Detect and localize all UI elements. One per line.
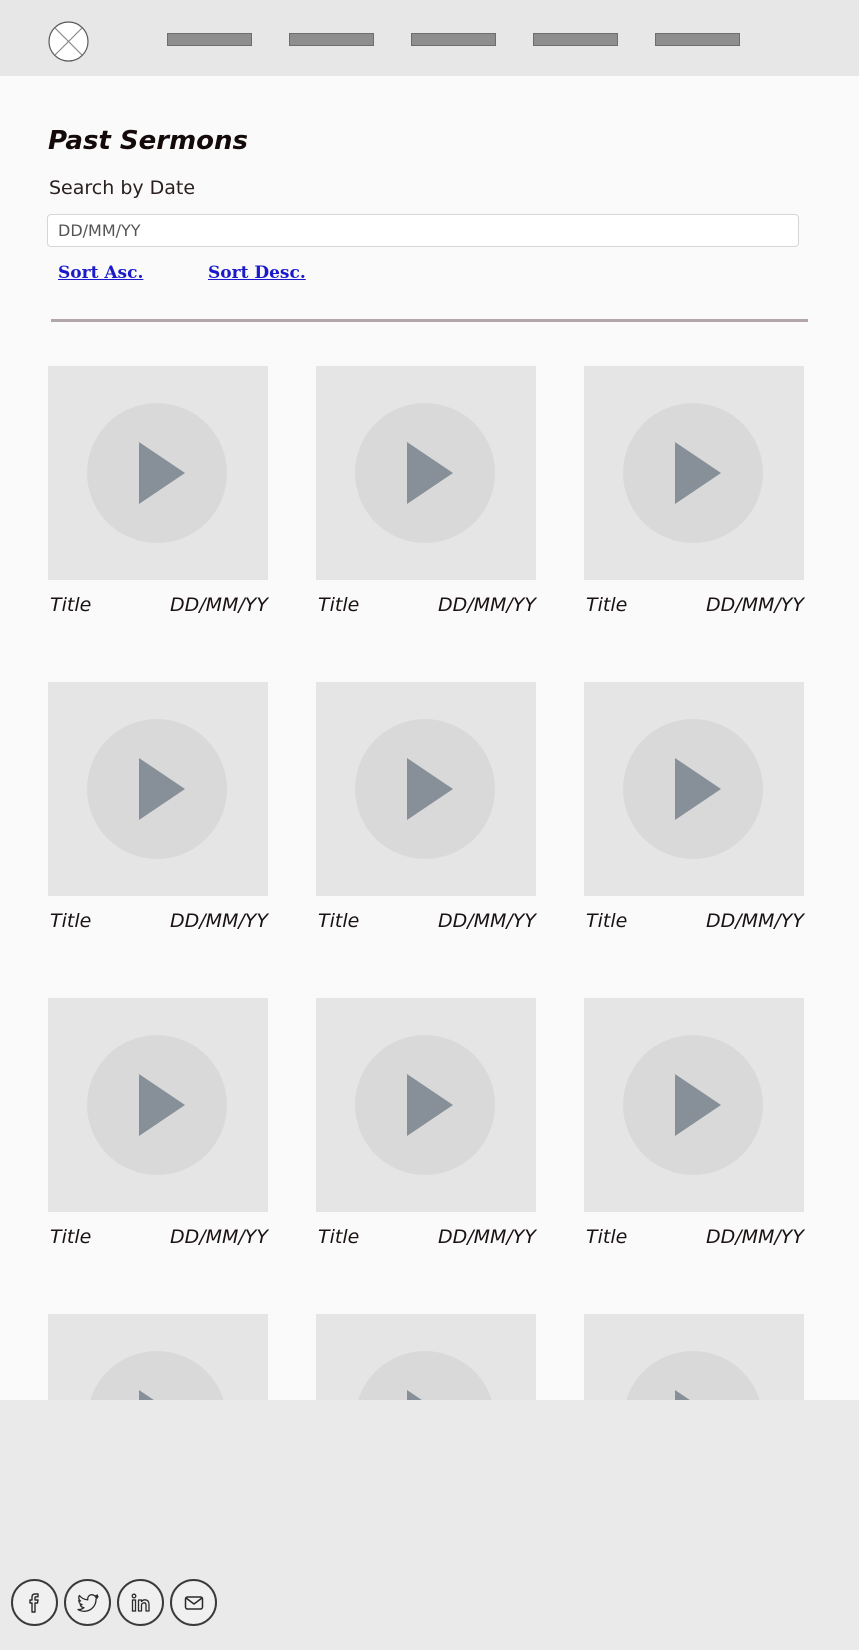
header bbox=[0, 0, 859, 76]
sermon-date: DD/MM/YY bbox=[705, 1226, 804, 1248]
date-search-input[interactable] bbox=[47, 214, 799, 247]
play-icon bbox=[355, 1035, 495, 1175]
video-thumbnail[interactable] bbox=[316, 682, 536, 896]
sermon-date: DD/MM/YY bbox=[169, 594, 268, 616]
sermon-card bbox=[48, 1314, 268, 1400]
search-label: Search by Date bbox=[49, 177, 196, 199]
video-thumbnail[interactable] bbox=[584, 998, 804, 1212]
linkedin-icon[interactable] bbox=[117, 1579, 164, 1626]
play-icon bbox=[623, 403, 763, 543]
sermon-title: Title bbox=[50, 910, 92, 932]
video-thumbnail[interactable] bbox=[48, 366, 268, 580]
sermon-date: DD/MM/YY bbox=[437, 594, 536, 616]
sermon-card: Title DD/MM/YY bbox=[584, 998, 804, 1258]
sermon-card: Title DD/MM/YY bbox=[316, 998, 536, 1258]
sermon-card: Title DD/MM/YY bbox=[316, 366, 536, 626]
sermon-date: DD/MM/YY bbox=[437, 1226, 536, 1248]
play-icon bbox=[355, 719, 495, 859]
email-icon[interactable] bbox=[170, 1579, 217, 1626]
sermon-date: DD/MM/YY bbox=[169, 1226, 268, 1248]
video-thumbnail[interactable] bbox=[584, 1314, 804, 1400]
video-thumbnail[interactable] bbox=[48, 1314, 268, 1400]
sermon-title: Title bbox=[318, 594, 360, 616]
sermon-card bbox=[584, 1314, 804, 1400]
play-icon bbox=[355, 1351, 495, 1400]
sort-desc-link[interactable]: Sort Desc. bbox=[208, 263, 306, 283]
sermon-date: DD/MM/YY bbox=[705, 594, 804, 616]
nav-item-4[interactable] bbox=[533, 33, 618, 46]
video-thumbnail[interactable] bbox=[48, 682, 268, 896]
sermon-title: Title bbox=[318, 910, 360, 932]
sermon-card: Title DD/MM/YY bbox=[48, 366, 268, 626]
video-thumbnail[interactable] bbox=[584, 366, 804, 580]
twitter-icon[interactable] bbox=[64, 1579, 111, 1626]
video-thumbnail[interactable] bbox=[316, 366, 536, 580]
sermon-title: Title bbox=[318, 1226, 360, 1248]
sermon-title: Title bbox=[586, 594, 628, 616]
page: Past Sermons Search by Date Sort Asc. So… bbox=[0, 0, 859, 1650]
play-icon bbox=[87, 1351, 227, 1400]
play-icon bbox=[623, 1035, 763, 1175]
sermon-card bbox=[316, 1314, 536, 1400]
play-icon bbox=[355, 403, 495, 543]
video-thumbnail[interactable] bbox=[316, 998, 536, 1212]
sermon-date: DD/MM/YY bbox=[705, 910, 804, 932]
nav-item-2[interactable] bbox=[289, 33, 374, 46]
sort-asc-link[interactable]: Sort Asc. bbox=[58, 263, 143, 283]
main-content: Past Sermons Search by Date Sort Asc. So… bbox=[0, 76, 859, 1400]
close-circle-icon[interactable] bbox=[48, 21, 89, 62]
nav-item-5[interactable] bbox=[655, 33, 740, 46]
nav-item-1[interactable] bbox=[167, 33, 252, 46]
sermon-title: Title bbox=[50, 594, 92, 616]
page-title: Past Sermons bbox=[48, 126, 249, 156]
divider bbox=[51, 319, 808, 322]
sermon-date: DD/MM/YY bbox=[169, 910, 268, 932]
play-icon bbox=[623, 719, 763, 859]
sermon-card: Title DD/MM/YY bbox=[48, 682, 268, 942]
play-icon bbox=[87, 403, 227, 543]
play-icon bbox=[87, 1035, 227, 1175]
video-thumbnail[interactable] bbox=[48, 998, 268, 1212]
play-icon bbox=[87, 719, 227, 859]
sermon-card: Title DD/MM/YY bbox=[48, 998, 268, 1258]
footer bbox=[0, 1400, 859, 1650]
sermon-title: Title bbox=[50, 1226, 92, 1248]
sermon-card: Title DD/MM/YY bbox=[584, 366, 804, 626]
sermon-title: Title bbox=[586, 910, 628, 932]
sermon-title: Title bbox=[586, 1226, 628, 1248]
facebook-icon[interactable] bbox=[11, 1579, 58, 1626]
nav-item-3[interactable] bbox=[411, 33, 496, 46]
video-thumbnail[interactable] bbox=[584, 682, 804, 896]
sermon-date: DD/MM/YY bbox=[437, 910, 536, 932]
sermon-card: Title DD/MM/YY bbox=[584, 682, 804, 942]
video-thumbnail[interactable] bbox=[316, 1314, 536, 1400]
sermon-card: Title DD/MM/YY bbox=[316, 682, 536, 942]
play-icon bbox=[623, 1351, 763, 1400]
